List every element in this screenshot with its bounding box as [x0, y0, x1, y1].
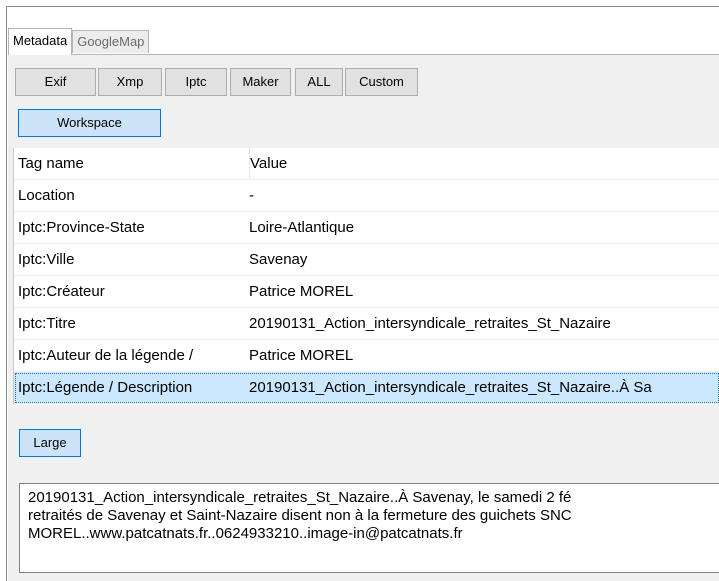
description-line: retraités de Savenay et Saint-Nazaire di…: [28, 507, 572, 524]
xmp-button[interactable]: Xmp: [98, 68, 162, 96]
value-cell: 20190131_Action_intersyndicale_retraites…: [249, 315, 611, 332]
workspace-button[interactable]: Workspace: [18, 109, 161, 137]
tag-cell: Iptc:Légende / Description: [18, 379, 193, 396]
table-header: Tag name Value: [14, 148, 719, 180]
all-button[interactable]: ALL: [295, 68, 343, 96]
value-cell: Savenay: [249, 251, 308, 268]
description-textarea[interactable]: 20190131_Action_intersyndicale_retraites…: [19, 483, 719, 573]
tag-cell: Iptc:Province-State: [18, 219, 145, 236]
tag-cell: Iptc:Créateur: [18, 283, 105, 300]
description-line: MOREL..www.patcatnats.fr..0624933210..im…: [28, 525, 463, 542]
large-button[interactable]: Large: [19, 429, 81, 457]
column-header-value[interactable]: Value: [249, 148, 719, 179]
table-row[interactable]: Iptc:Auteur de la légende / Patrice MORE…: [14, 340, 719, 372]
column-header-tag-name[interactable]: Tag name: [18, 148, 246, 179]
value-cell: Loire-Atlantique: [249, 219, 355, 236]
description-line: 20190131_Action_intersyndicale_retraites…: [28, 489, 572, 506]
table-row[interactable]: Iptc:Ville Savenay: [14, 244, 719, 276]
table-row[interactable]: Iptc:Province-State Loire-Atlantique: [14, 212, 719, 244]
table-row[interactable]: Iptc:Créateur Patrice MOREL: [14, 276, 719, 308]
custom-button[interactable]: Custom: [345, 68, 418, 96]
tab-metadata[interactable]: Metadata: [8, 28, 73, 55]
iptc-button[interactable]: Iptc: [165, 68, 227, 96]
exif-button[interactable]: Exif: [15, 68, 96, 96]
tag-cell: Iptc:Titre: [18, 315, 76, 332]
tab-strip: Metadata GoogleMap: [8, 28, 150, 55]
tag-cell: Location: [18, 187, 75, 204]
tab-googlemap[interactable]: GoogleMap: [72, 30, 150, 53]
value-cell: Patrice MOREL: [249, 283, 354, 300]
value-cell: 20190131_Action_intersyndicale_retraites…: [249, 379, 652, 396]
metadata-table: Tag name Value Location - Iptc:Province-…: [13, 148, 719, 404]
table-row-selected[interactable]: Iptc:Légende / Description 20190131_Acti…: [14, 372, 719, 404]
maker-button[interactable]: Maker: [230, 68, 291, 96]
table-row[interactable]: Iptc:Titre 20190131_Action_intersyndical…: [14, 308, 719, 340]
tag-cell: Iptc:Auteur de la légende /: [18, 347, 194, 364]
value-cell: -: [249, 187, 254, 204]
table-row[interactable]: Location -: [14, 180, 719, 212]
tag-cell: Iptc:Ville: [18, 251, 75, 268]
value-cell: Patrice MOREL: [249, 347, 354, 364]
